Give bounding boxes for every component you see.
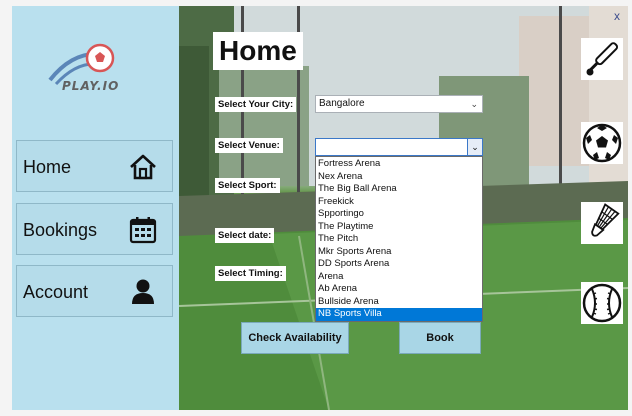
venue-dropdown-list: Fortress Arena Nex Arena The Big Ball Ar… [315,156,483,322]
venue-option[interactable]: The Playtime [316,221,482,234]
venue-option[interactable]: The Pitch [316,233,482,246]
page-title: Home [213,32,303,70]
sidebar-item-account[interactable]: Account [16,265,173,317]
venue-option[interactable]: Spportingo [316,208,482,221]
cricket-icon[interactable] [581,38,623,80]
city-select[interactable]: Bangalore ⌄ [315,95,483,113]
baseball-icon[interactable] [581,282,623,324]
sidebar-item-bookings[interactable]: Bookings [16,203,173,255]
venue-option[interactable]: Nex Arena [316,171,482,184]
chevron-down-icon: ⌄ [470,99,478,109]
date-label: Select date: [215,228,275,243]
logo-text: PLAY.IO [62,79,120,93]
calendar-icon [129,217,157,244]
venue-label: Select Venue: [215,138,283,153]
sidebar-item-label: Account [23,282,89,302]
sidebar-item-label: Home [23,157,72,177]
user-icon [132,279,154,304]
city-label: Select Your City: [215,97,297,112]
venue-option[interactable]: Fortress Arena [316,158,482,171]
venue-option-selected[interactable]: NB Sports Villa [316,308,482,321]
chevron-down-icon[interactable]: ⌄ [467,139,482,155]
venue-option[interactable]: Bullside Arena [316,296,482,309]
sidebar-item-label: Bookings [23,220,98,240]
home-icon [130,154,156,180]
venue-option[interactable]: DD Sports Arena [316,258,482,271]
venue-option[interactable]: Arena [316,271,482,284]
venue-option[interactable]: Ab Arena [316,283,482,296]
app-window: PLAY.IO Home Bookings Account x Home Sel… [12,6,628,410]
venue-option[interactable]: Mkr Sports Arena [316,246,482,259]
book-button[interactable]: Book [399,322,481,354]
sidebar-item-home[interactable]: Home [16,140,173,192]
timing-label: Select Timing: [215,266,286,281]
badminton-icon[interactable] [581,202,623,244]
venue-option[interactable]: Freekick [316,196,482,209]
venue-select[interactable]: ⌄ [315,138,483,156]
check-availability-button[interactable]: Check Availability [241,322,349,354]
main-panel: x Home Select Your City: Bangalore ⌄ Sel… [179,6,628,410]
city-select-value: Bangalore [319,98,365,109]
football-icon[interactable] [581,122,623,164]
venue-option[interactable]: The Big Ball Arena [316,183,482,196]
sport-label: Select Sport: [215,178,280,193]
close-button[interactable]: x [614,9,620,23]
sidebar: PLAY.IO Home Bookings Account [12,6,179,410]
